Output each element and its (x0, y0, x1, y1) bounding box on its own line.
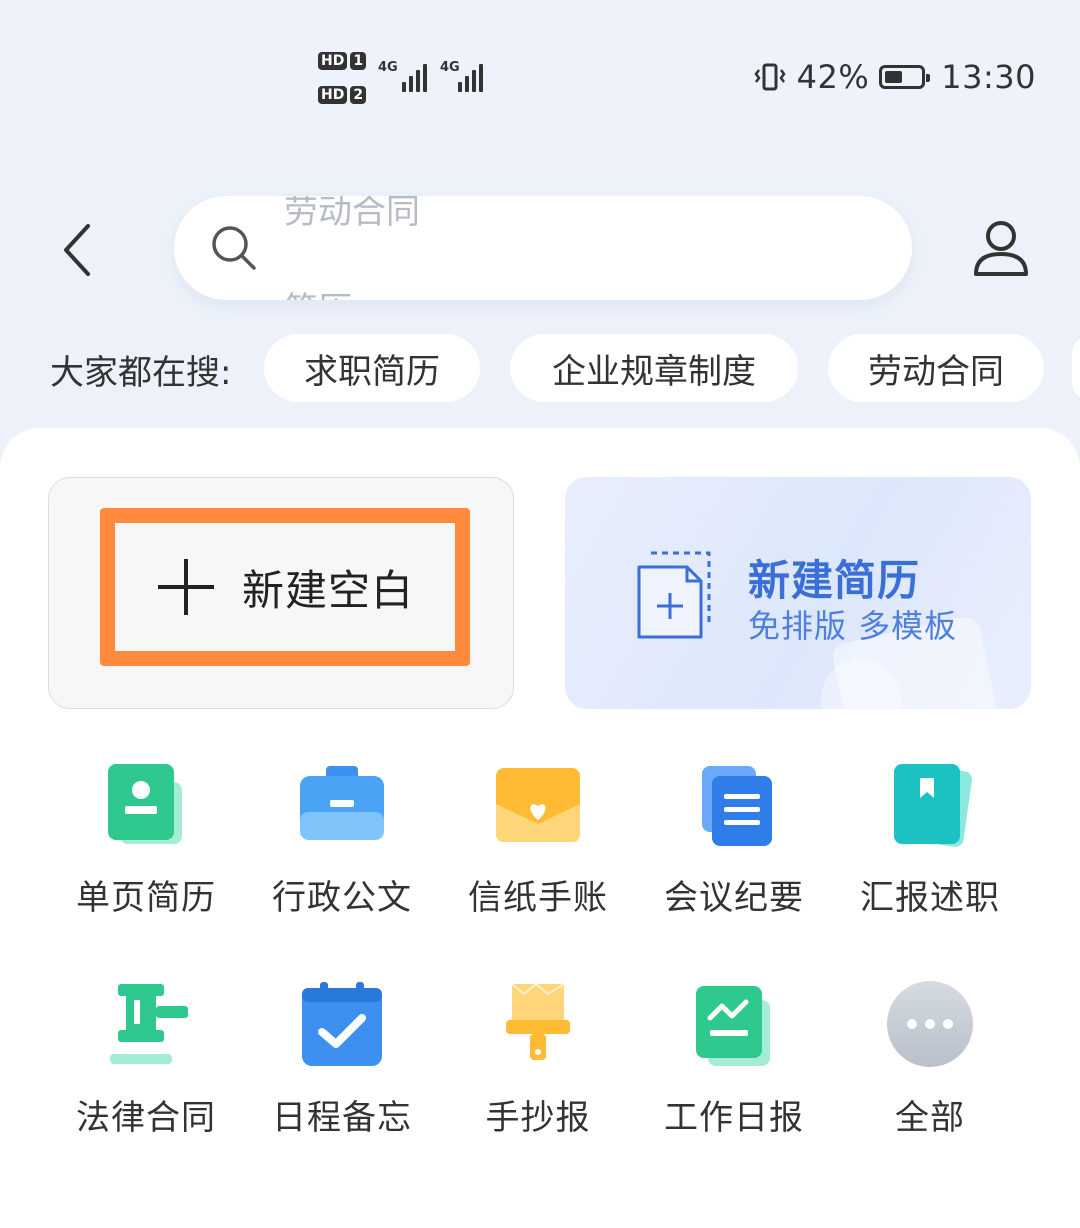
signal-1-icon (402, 60, 427, 92)
calendar-check-icon (294, 980, 390, 1076)
sim2-badge: HD 2 (318, 86, 367, 104)
new-resume-card[interactable]: 新建简历 免排版 多模板 (565, 477, 1031, 709)
hot-searches-label: 大家都在搜: (50, 352, 232, 393)
bookmark-book-icon (882, 760, 978, 856)
resume-icon (98, 760, 194, 856)
new-resume-subtitle: 免排版 多模板 (748, 607, 958, 645)
chart-doc-icon (686, 980, 782, 1076)
new-blank-button[interactable]: 新建空白 (100, 508, 470, 666)
brush-icon (490, 980, 586, 1076)
tool-label: 会议纪要 (664, 878, 804, 918)
status-bar: HD 1 HD 2 4G 4G 42% 13:30 (0, 0, 1080, 160)
hot-chip-resume[interactable]: 求职简历 (264, 334, 480, 402)
hot-searches: 大家都在搜: (50, 334, 255, 404)
tool-label: 信纸手账 (468, 878, 608, 918)
sim1-badge: HD 1 (318, 52, 367, 70)
tool-label: 工作日报 (664, 1098, 804, 1138)
search-placeholder-next: 简历 (284, 282, 352, 300)
search-bar[interactable]: 劳动合同 简历 (174, 196, 912, 300)
tool-label: 法律合同 (76, 1098, 216, 1138)
gavel-icon (98, 980, 194, 1076)
signal-2-icon (458, 60, 483, 92)
battery-icon (879, 65, 931, 89)
tool-work-report[interactable]: 汇报述职 (832, 760, 1028, 919)
documents-icon (686, 760, 782, 856)
tool-meeting-minutes[interactable]: 会议纪要 (636, 760, 832, 919)
network-type-1: 4G (378, 60, 398, 75)
clock: 13:30 (941, 58, 1036, 96)
envelope-heart-icon (490, 760, 586, 856)
tool-label: 手抄报 (485, 1098, 591, 1138)
network-type-2: 4G (440, 60, 460, 75)
new-blank-label: 新建空白 (241, 565, 414, 615)
tool-label: 行政公文 (272, 878, 412, 918)
more-icon (882, 980, 978, 1076)
tool-administrative-doc[interactable]: 行政公文 (244, 760, 440, 919)
tool-label: 单页简历 (76, 878, 216, 918)
briefcase-icon (294, 760, 390, 856)
vibrate-icon (754, 63, 786, 91)
new-document-icon (637, 551, 711, 639)
status-right: 42% 13:30 (753, 58, 1036, 96)
search-icon (212, 226, 256, 270)
battery-percent: 42% (796, 58, 870, 96)
plus-icon (157, 559, 214, 615)
tool-label: 全部 (895, 1098, 965, 1138)
tool-all[interactable]: 全部 (832, 980, 1028, 1139)
tool-label: 日程备忘 (272, 1098, 412, 1138)
tool-handwritten-paper[interactable]: 手抄报 (440, 980, 636, 1139)
search-placeholder-current: 劳动合同 (284, 196, 420, 232)
tool-single-page-resume[interactable]: 单页简历 (48, 760, 244, 919)
tool-daily-report[interactable]: 工作日报 (636, 980, 832, 1139)
tool-schedule-memo[interactable]: 日程备忘 (244, 980, 440, 1139)
hot-chip-overflow[interactable] (1072, 334, 1080, 402)
hot-chip-labor-contract[interactable]: 劳动合同 (828, 334, 1044, 402)
tool-letter-journal[interactable]: 信纸手账 (440, 760, 636, 919)
new-resume-title: 新建简历 (748, 556, 921, 605)
tool-legal-contract[interactable]: 法律合同 (48, 980, 244, 1139)
tool-label: 汇报述职 (860, 878, 1000, 918)
hot-chip-company-rules[interactable]: 企业规章制度 (510, 334, 798, 402)
back-icon[interactable] (58, 220, 98, 280)
user-icon[interactable] (970, 218, 1032, 280)
